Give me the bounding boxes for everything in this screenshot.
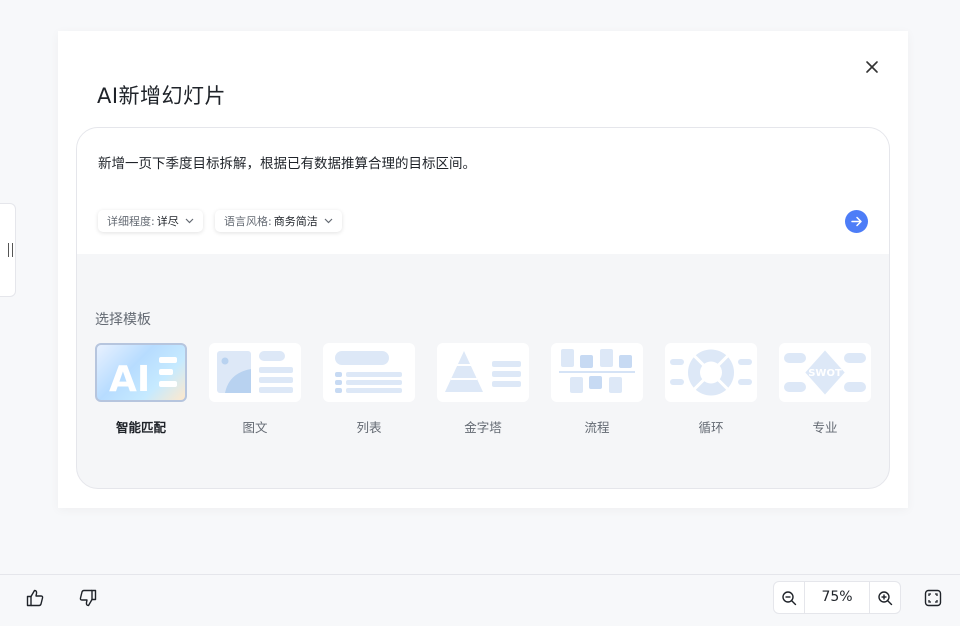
template-label: 列表 — [356, 420, 382, 435]
template-label: 流程 — [584, 420, 610, 435]
send-button[interactable] — [845, 210, 868, 233]
template-thumb: AI — [95, 343, 187, 402]
language-style-select[interactable]: 语言风格: 商务简洁 — [215, 210, 342, 232]
zoom-in-icon — [878, 590, 893, 605]
ai-thumb-text: AI — [109, 359, 150, 400]
template-thumb — [551, 343, 643, 402]
template-image-text[interactable]: 图文 — [209, 343, 301, 436]
template-list[interactable]: 列表 — [323, 343, 415, 436]
template-cycle[interactable]: 循环 — [665, 343, 757, 436]
thumbs-up-icon[interactable] — [25, 588, 45, 608]
template-label: 专业 — [812, 420, 838, 435]
detail-level-key: 详细程度: — [107, 215, 155, 228]
drag-handle-icon — [7, 243, 13, 257]
template-thumb — [209, 343, 301, 402]
language-style-key: 语言风格: — [224, 215, 272, 228]
prompt-area: 新增一页下季度目标拆解，根据已有数据推算合理的目标区间。 详细程度: 详尽 语言… — [77, 128, 889, 254]
zoom-out-icon — [782, 590, 797, 605]
zoom-out-button[interactable] — [774, 582, 804, 613]
chevron-down-icon — [185, 218, 194, 224]
template-thumb — [323, 343, 415, 402]
close-icon[interactable] — [863, 58, 881, 76]
swot-thumb-text: SWOT — [808, 368, 842, 379]
prompt-card: 新增一页下季度目标拆解，根据已有数据推算合理的目标区间。 详细程度: 详尽 语言… — [76, 127, 890, 489]
zoom-level: 75% — [804, 582, 870, 613]
template-label: 循环 — [698, 420, 724, 435]
template-section-label: 选择模板 — [95, 312, 151, 328]
prompt-text[interactable]: 新增一页下季度目标拆解，根据已有数据推算合理的目标区间。 — [98, 152, 476, 172]
zoom-control: 75% — [773, 581, 901, 614]
arrow-right-icon — [851, 216, 862, 227]
language-style-value: 商务简洁 — [273, 215, 318, 228]
template-pyramid[interactable]: 金字塔 — [437, 343, 529, 436]
ai-new-slide-dialog: AI新增幻灯片 新增一页下季度目标拆解，根据已有数据推算合理的目标区间。 详细程… — [58, 31, 908, 508]
chevron-down-icon — [324, 218, 333, 224]
template-label: 智能匹配 — [115, 420, 166, 435]
dialog-title: AI新增幻灯片 — [97, 84, 227, 108]
template-thumb: SWOT — [779, 343, 871, 402]
template-flow[interactable]: 流程 — [551, 343, 643, 436]
detail-level-value: 详尽 — [156, 215, 179, 228]
side-panel-handle[interactable] — [0, 203, 16, 297]
template-label: 图文 — [242, 420, 268, 435]
detail-level-select[interactable]: 详细程度: 详尽 — [98, 210, 203, 232]
thumbs-down-icon[interactable] — [78, 588, 98, 608]
template-professional[interactable]: SWOT 专业 — [779, 343, 871, 436]
fit-screen-icon[interactable] — [924, 589, 942, 607]
zoom-in-button[interactable] — [870, 582, 900, 613]
template-label: 金字塔 — [464, 420, 502, 435]
template-thumb — [665, 343, 757, 402]
template-thumb — [437, 343, 529, 402]
template-smart-match[interactable]: AI 智能匹配 — [95, 343, 187, 436]
